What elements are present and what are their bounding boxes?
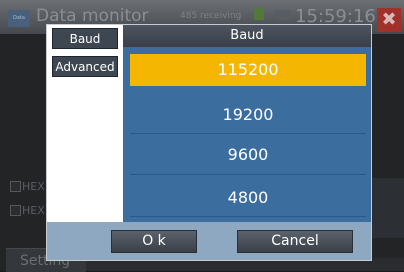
divider: [130, 216, 366, 217]
ok-button[interactable]: O k: [111, 230, 197, 253]
app-logo-icon: Data: [8, 10, 30, 27]
close-icon[interactable]: ✖: [377, 8, 401, 32]
list-header: Baud: [123, 25, 371, 47]
hex-label-1: HEX: [22, 180, 45, 193]
divider: [130, 133, 366, 134]
signal-icon: [254, 8, 264, 20]
option-19200[interactable]: 19200: [130, 97, 366, 132]
hex-checkbox-1[interactable]: [10, 181, 21, 192]
divider: [130, 174, 366, 175]
app-title: Data monitor: [36, 6, 149, 26]
cancel-button[interactable]: Cancel: [237, 230, 353, 253]
option-115200[interactable]: 115200: [130, 54, 366, 86]
baud-list: Baud 115200 19200 9600 4800: [123, 25, 371, 222]
tab-baud[interactable]: Baud: [52, 28, 118, 49]
status-text: 485 receiving: [180, 11, 242, 21]
option-9600[interactable]: 9600: [130, 137, 366, 172]
hex-checkbox-2[interactable]: [10, 205, 21, 216]
option-4800[interactable]: 4800: [130, 180, 366, 215]
battery-icon: [275, 10, 291, 20]
baud-dialog: Baud Advanced Baud 115200 19200 9600 480…: [46, 24, 372, 261]
dialog-footer: O k Cancel: [47, 222, 371, 260]
tab-advanced[interactable]: Advanced: [52, 56, 118, 77]
hex-label-2: HEX: [22, 204, 45, 217]
